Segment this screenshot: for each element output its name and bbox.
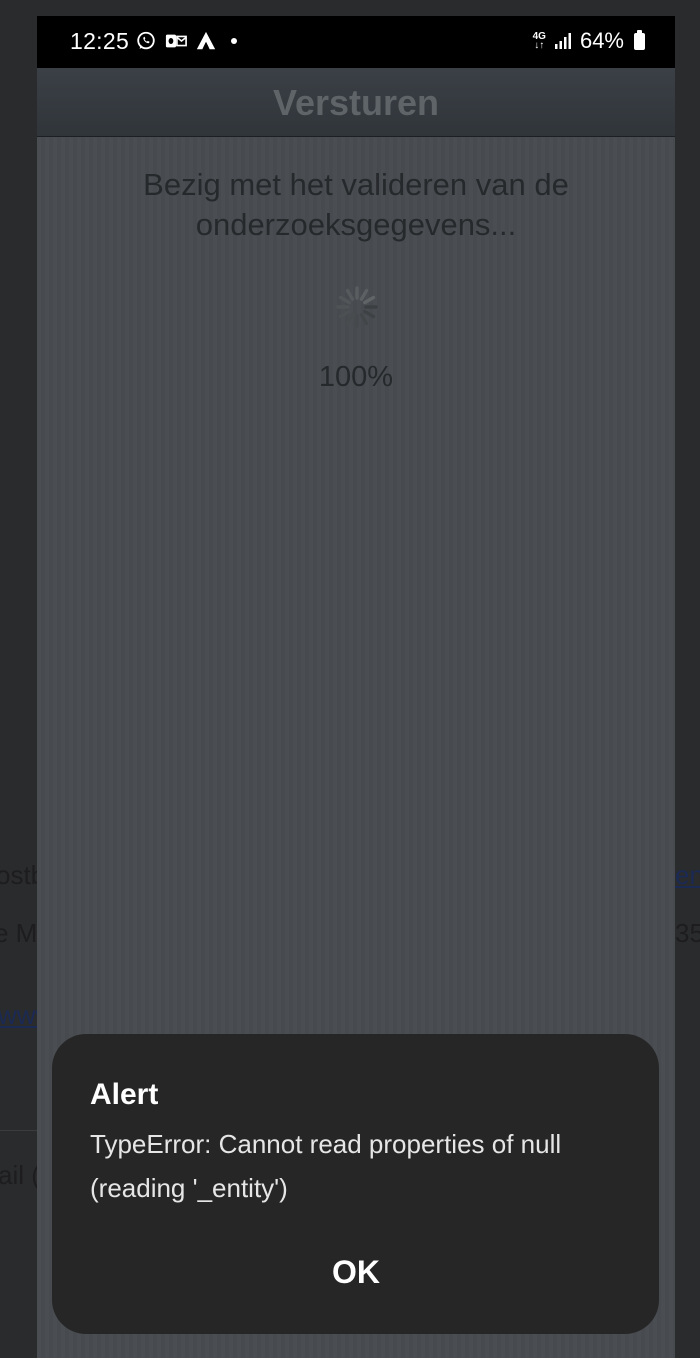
spinner-spoke xyxy=(359,288,369,301)
spinner-spoke xyxy=(363,295,376,305)
background-text-fragment: ail ( xyxy=(0,1160,37,1190)
signal-icon xyxy=(554,33,571,49)
page-title: Versturen xyxy=(272,82,440,123)
status-time: 12:25 xyxy=(70,28,130,54)
background-text-fragment: e M xyxy=(0,918,37,948)
outlook-icon xyxy=(165,34,187,48)
alert-message: TypeError: Cannot read properties of nul… xyxy=(90,1129,562,1203)
spinner-spoke xyxy=(345,313,355,326)
battery-percentage: 64% xyxy=(579,28,624,53)
background-link-fragment[interactable]: www. xyxy=(0,1000,37,1031)
background-divider xyxy=(0,1130,40,1131)
battery-icon xyxy=(634,29,645,50)
background-text-fragment: 35 xyxy=(675,918,700,948)
loading-spinner-icon xyxy=(336,286,378,328)
whatsapp-icon xyxy=(137,31,155,50)
app-header: Versturen xyxy=(37,68,675,137)
notification-icons xyxy=(135,30,237,52)
background-text-fragment: ostb xyxy=(0,860,37,890)
spinner-spoke xyxy=(359,313,369,326)
spinner-spoke xyxy=(338,295,351,305)
progress-percentage: 100% xyxy=(318,361,394,393)
spinner-spoke xyxy=(338,309,351,319)
spinner-spoke xyxy=(363,309,376,319)
background-link-fragment[interactable]: en xyxy=(675,860,700,891)
alert-title: Alert xyxy=(90,1078,159,1111)
network-type-icon: 4G ↓↑ xyxy=(532,31,546,51)
spinner-spoke xyxy=(345,288,355,301)
android-auto-icon xyxy=(196,31,216,50)
system-indicators: 4G ↓↑ 64% xyxy=(533,28,645,54)
validation-status-message: Bezig met het valideren van de onderzoek… xyxy=(143,167,569,242)
status-bar: 12:25 4G ↓↑ 64% xyxy=(37,16,675,68)
alert-dialog: Alert TypeError: Cannot read properties … xyxy=(52,1034,659,1334)
more-notifications-dot xyxy=(231,38,237,44)
ok-button[interactable]: OK xyxy=(298,1246,414,1298)
